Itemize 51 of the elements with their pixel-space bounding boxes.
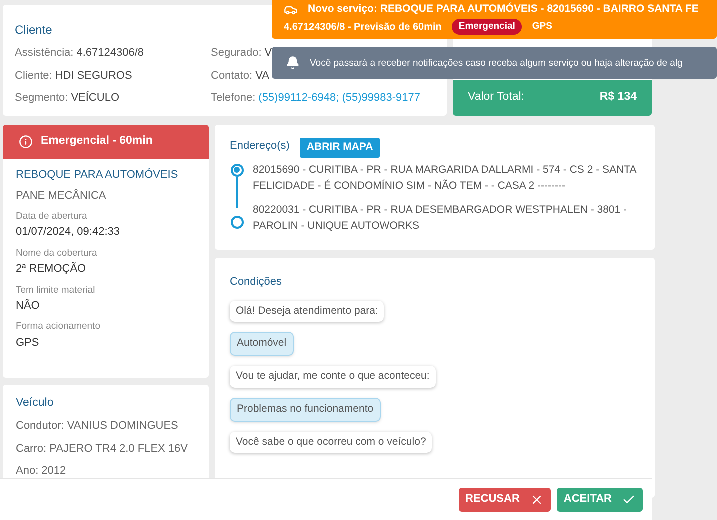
field-label: Tem limite material (16, 284, 96, 298)
field-label: Telefone: (211, 91, 256, 106)
field-label: Forma acionamento (16, 320, 102, 334)
card-title: Endereço(s) (230, 139, 290, 154)
question-bubble: Vou te ajudar, me conte o que aconteceu: (230, 366, 436, 388)
banner-text: Emergencial - 60min (41, 134, 153, 150)
field-value: NÃO (16, 298, 41, 314)
field-value: V (264, 46, 272, 61)
field-value: 2ª REMOÇÃO (16, 261, 88, 277)
toast-tag: GPS (532, 20, 552, 34)
field-value: HDI SEGUROS (55, 68, 132, 84)
card-title: Condições (230, 275, 282, 290)
accept-button[interactable]: ACEITAR (556, 488, 643, 512)
field-value: 4.67124306/8 (76, 46, 144, 61)
answer-bubble: Problemas no funcionamento (230, 398, 381, 422)
notification-toast[interactable]: Você passará a receber notificações caso receba algum serviço ou haja alteração de alg (272, 47, 717, 80)
field-label: Assistência: (15, 46, 74, 61)
bell-icon (286, 56, 300, 70)
phone-link[interactable]: (55)99112-6948; (55)99983-9177 (258, 90, 421, 106)
vehicle-detail: Carro: PAJERO TR4 2.0 FLEX 16V (16, 442, 189, 457)
field-label: Data de abertura (16, 210, 88, 224)
toast-title: Novo serviço: REBOQUE PARA AUTOMÓVEIS - 82015690 - BAIRRO SANTA FE (308, 2, 699, 16)
question-bubble: Você sabe o que ocorreu com o veículo? (230, 432, 432, 454)
reject-button[interactable]: RECUSAR (458, 488, 551, 512)
field-value: VEÍCULO (71, 90, 120, 106)
toast-message: Você passará a receber notificações caso receba algum serviço ou haja alteração de alg (310, 56, 683, 70)
field-value: 01/07/2024, 09:42:33 (16, 225, 121, 240)
field-label: Segurado: (211, 46, 262, 61)
service-toast[interactable]: Novo serviço: REBOQUE PARA AUTOMÓVEIS - 82015690 - BAIRRO SANTA FE 4.67124306/8 - Previsão de 60min Emergencial GPS (272, 0, 717, 40)
field-label: Cliente: (15, 68, 52, 84)
open-map-button[interactable]: ABRIR MAPA (300, 138, 380, 158)
service-subtitle: PANE MECÂNICA (16, 188, 108, 204)
field-value: VA (256, 68, 270, 84)
address-text: 82015690 - CURITIBA - PR - RUA MARGARIDA DALLARMI - 574 - CS 2 - SANTA FELICIDADE - É CONDOMÍNIO SIM - NÃO TEM - - CASA 2 -------- (253, 162, 638, 194)
field-label: Nome da cobertura (16, 246, 98, 261)
field-label: Contato: (211, 68, 253, 84)
info-icon (19, 135, 33, 149)
address-text: 80220031 - CURITIBA - PR - RUA DESEMBARGADOR WESTPHALEN - 3801 - PAROLIN - UNIQUE AUTOWORKS (253, 202, 628, 234)
vehicle-detail: Ano: 2012 (16, 464, 68, 480)
total-label: Valor Total: (468, 90, 524, 106)
vehicle-detail: Condutor: VANIUS DOMINGUES (16, 419, 180, 434)
field-value: GPS (16, 336, 40, 350)
question-bubble: Olá! Deseja atendimento para: (230, 300, 384, 322)
total-value: R$ 134 (600, 90, 637, 106)
toast-subtitle: 4.67124306/8 - Previsão de 60min (284, 20, 442, 35)
answer-bubble: Automóvel (230, 332, 294, 356)
service-title: REBOQUE PARA AUTOMÓVEIS (16, 168, 178, 183)
emergency-badge: Emergencial (452, 19, 522, 36)
card-title: Cliente (15, 22, 52, 39)
field-label: Segmento: (15, 91, 68, 106)
card-title: Veículo (16, 396, 54, 411)
